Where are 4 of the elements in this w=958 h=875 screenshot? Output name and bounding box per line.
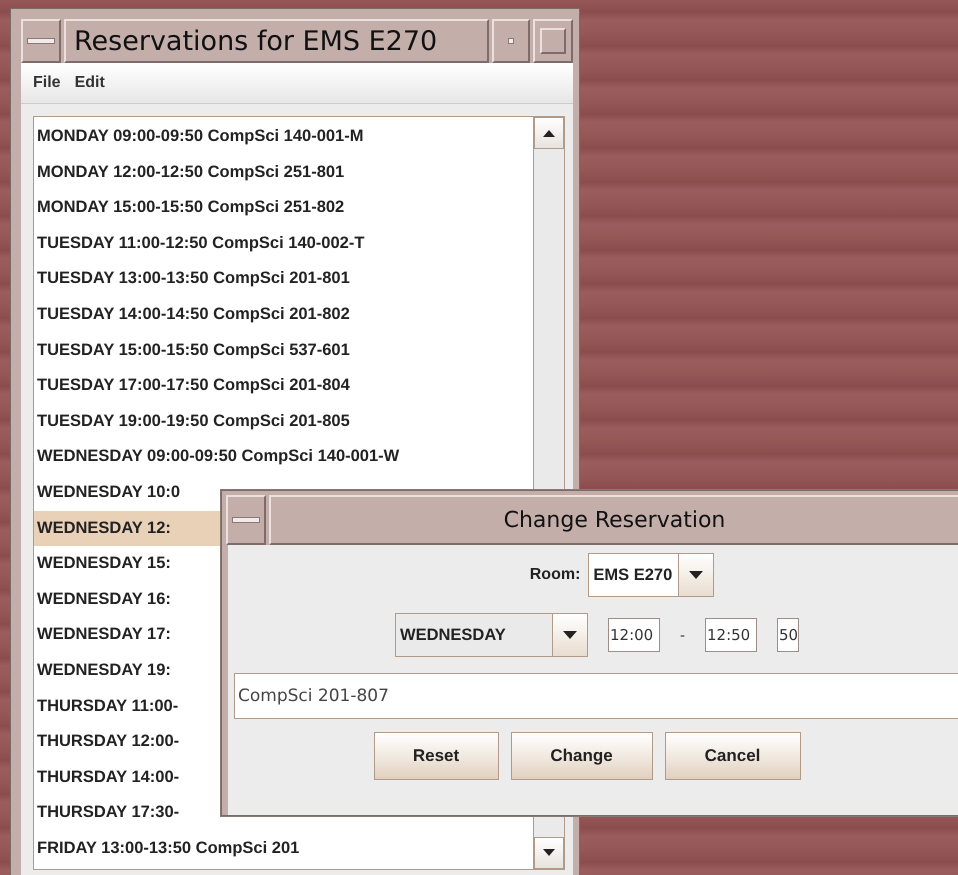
room-label: Room:	[530, 566, 580, 584]
window-title: Reservations for EMS E270	[64, 19, 489, 63]
dialog-title: Change Reservation	[269, 495, 958, 545]
time-separator: -	[680, 626, 685, 644]
